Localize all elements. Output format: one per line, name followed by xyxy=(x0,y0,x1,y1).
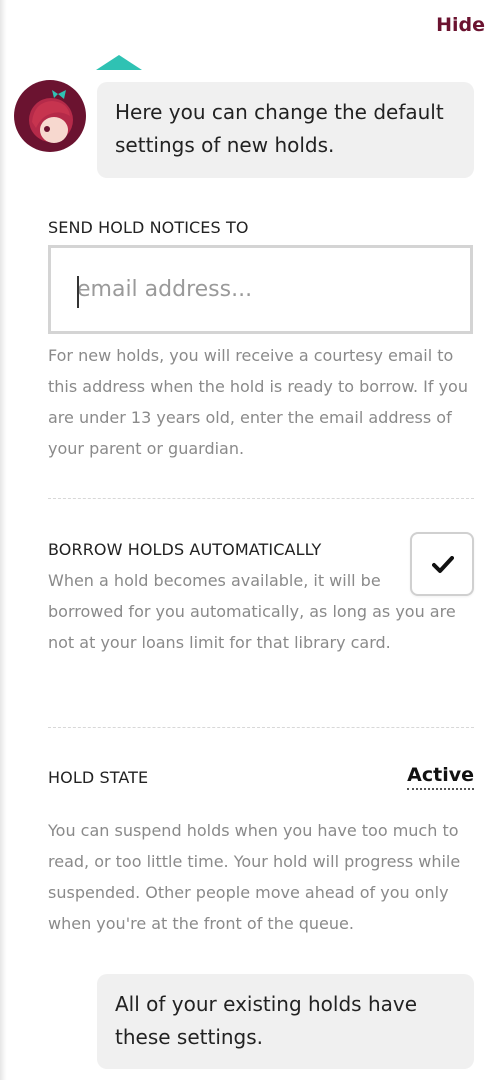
hold-state-help: You can suspend holds when you have too … xyxy=(48,821,461,933)
pointer-caret-icon xyxy=(96,55,142,70)
send-notices-help: For new holds, you will receive a courte… xyxy=(48,346,468,458)
section-divider xyxy=(48,498,474,499)
footer-message-bubble: All of your existing holds have these se… xyxy=(97,974,474,1069)
intro-message-text: Here you can change the default settings… xyxy=(115,100,444,157)
text-cursor xyxy=(77,276,79,308)
send-notices-label: SEND HOLD NOTICES TO xyxy=(48,218,249,237)
footer-message-text: All of your existing holds have these se… xyxy=(115,992,418,1049)
hold-state-toggle[interactable]: Active xyxy=(407,764,474,790)
libby-avatar-icon xyxy=(14,80,86,152)
borrow-auto-label: BORROW HOLDS AUTOMATICALLY xyxy=(48,540,322,559)
panel-left-edge xyxy=(0,0,7,1080)
hold-state-label: HOLD STATE xyxy=(48,768,149,787)
section-divider xyxy=(48,727,474,728)
intro-message-bubble: Here you can change the default settings… xyxy=(97,82,474,178)
borrow-auto-help: When a hold becomes available, it will b… xyxy=(48,571,456,652)
hide-button[interactable]: Hide xyxy=(436,14,485,36)
email-field[interactable] xyxy=(48,245,473,334)
